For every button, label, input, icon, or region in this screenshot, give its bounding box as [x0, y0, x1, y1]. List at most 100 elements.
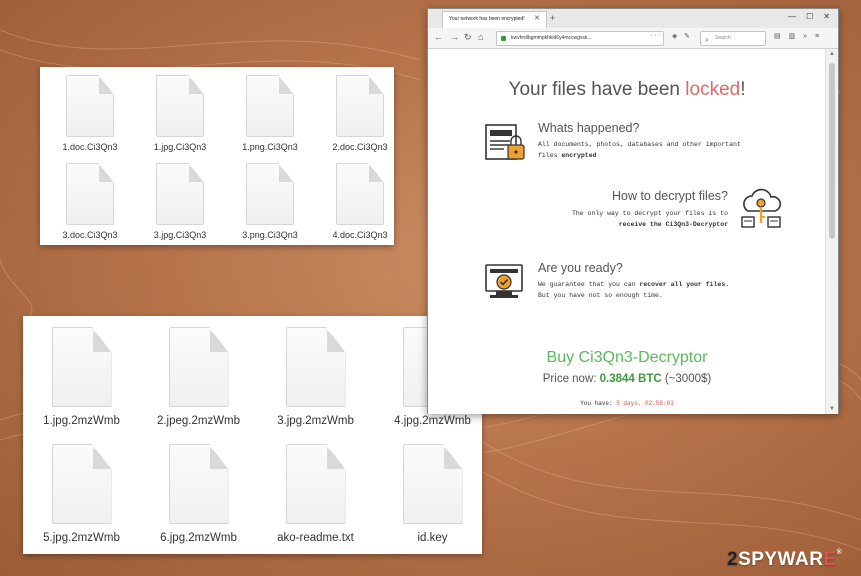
file-icon — [66, 163, 114, 225]
url-text: kwvhrdibgmmpkhkid6y4mccwgxsk... — [511, 35, 592, 41]
browser-tab[interactable]: Your network has been encrypted! — [442, 11, 547, 28]
file-item[interactable]: 3.jpg.2mzWmb — [257, 324, 374, 441]
locked-document-icon — [485, 124, 525, 160]
timer-value: 5 days. 02:58:03 — [616, 400, 674, 407]
browser-titlebar: Your network has been encrypted! ✕ + — ☐… — [428, 9, 838, 28]
new-tab-button[interactable]: + — [550, 13, 555, 23]
browser-window: Your network has been encrypted! ✕ + — ☐… — [427, 8, 839, 414]
explorer-window-2mzwmb: 1.jpg.2mzWmb 2.jpeg.2mzWmb 3.jpg.2mzWmb … — [23, 316, 482, 554]
file-icon — [168, 327, 229, 407]
file-item[interactable]: 6.jpg.2mzWmb — [140, 441, 257, 558]
browser-navbar: ← → ↻ ⌂ kwvhrdibgmmpkhkid6y4mccwgxsk... … — [428, 28, 838, 49]
file-name: 4.jpg.2mzWmb — [394, 415, 471, 427]
file-item[interactable]: id.key — [374, 441, 491, 558]
search-icon: ⌕ — [705, 37, 709, 44]
section-text-fragment: We guarantee that you can — [538, 281, 640, 288]
home-icon[interactable]: ⌂ — [478, 32, 483, 42]
lock-icon — [501, 36, 506, 41]
registered-mark: ® — [836, 549, 843, 556]
file-name: 3.doc.Ci3Qn3 — [62, 230, 118, 240]
section-are-you-ready-title: Are you ready? — [538, 261, 623, 275]
price-line: Price now: 0.3844 BTC (~3000$) — [428, 373, 826, 385]
file-name: 1.jpg.Ci3Qn3 — [153, 142, 207, 152]
file-item[interactable]: 2.jpeg.2mzWmb — [140, 324, 257, 441]
window-controls: — ☐ ✕ — [788, 12, 830, 21]
watermark-text: SPYWAR — [738, 549, 824, 570]
file-item[interactable]: 4.doc.Ci3Qn3 — [315, 160, 405, 248]
search-placeholder: Search — [715, 35, 731, 41]
file-name: 1.doc.Ci3Qn3 — [62, 142, 118, 152]
vertical-scrollbar[interactable]: ▲ ▼ — [825, 49, 838, 414]
close-icon[interactable]: ✕ — [534, 14, 540, 22]
file-item[interactable]: 1.jpg.Ci3Qn3 — [135, 72, 225, 160]
section-text-line: All documents, photos, databases and oth… — [538, 141, 741, 148]
scroll-down-icon[interactable]: ▼ — [829, 406, 835, 412]
monitor-checkmark-icon — [485, 264, 523, 298]
price-btc: 0.3844 BTC — [599, 373, 662, 385]
timer-label: You have: — [580, 400, 617, 407]
section-text-line: We guarantee that you can recover all yo… — [538, 279, 729, 290]
site-watermark-logo: 2SPYWARE® — [727, 549, 842, 571]
countdown-timer: You have: 5 days. 02:58:03 — [428, 400, 826, 407]
section-whats-happened-text: All documents, photos, databases and oth… — [538, 139, 741, 161]
reload-icon[interactable]: ↻ — [464, 32, 472, 43]
watermark-suffix: E — [823, 549, 837, 570]
file-icon — [246, 75, 294, 137]
close-window-icon[interactable]: ✕ — [823, 12, 830, 21]
minimize-icon[interactable]: — — [788, 12, 796, 21]
forward-icon[interactable]: → — [450, 32, 459, 42]
file-icon — [285, 444, 346, 524]
section-how-to-decrypt-title: How to decrypt files? — [611, 189, 728, 203]
file-icon — [285, 327, 346, 407]
file-icon — [336, 163, 384, 225]
page-title: Your files have been locked! — [428, 79, 826, 101]
scroll-thumb[interactable] — [829, 63, 835, 239]
headline-suffix: ! — [740, 79, 746, 100]
file-item[interactable]: 5.jpg.2mzWmb — [23, 441, 140, 558]
back-icon[interactable]: ← — [434, 32, 443, 42]
file-item[interactable]: ako-readme.txt — [257, 441, 374, 558]
file-name: 4.doc.Ci3Qn3 — [332, 230, 388, 240]
file-item[interactable]: 3.doc.Ci3Qn3 — [45, 160, 135, 248]
file-grid: 1.doc.Ci3Qn3 1.jpg.Ci3Qn3 1.png.Ci3Qn3 2… — [40, 67, 394, 248]
maximize-icon[interactable]: ☐ — [806, 12, 813, 21]
url-bar[interactable]: kwvhrdibgmmpkhkid6y4mccwgxsk... — [496, 31, 664, 46]
file-name: 2.jpeg.2mzWmb — [156, 415, 241, 427]
section-text-bold: recover all your files. — [639, 281, 730, 288]
file-icon — [168, 444, 229, 524]
toolbar-icons[interactable]: ▤ ▥ » ≡ — [774, 32, 822, 40]
explorer-window-ci3qn3: 1.doc.Ci3Qn3 1.jpg.Ci3Qn3 1.png.Ci3Qn3 2… — [40, 67, 394, 245]
file-name: 3.jpg.2mzWmb — [277, 415, 354, 427]
section-text-line: But you have not so enough time. — [538, 292, 663, 299]
price-label: Price now: — [542, 373, 600, 385]
section-text-line: The only way to decrypt your files is to — [571, 210, 728, 217]
buy-decryptor-link[interactable]: Buy Ci3Qn3-Decryptor — [428, 349, 826, 367]
file-item[interactable]: 3.jpg.Ci3Qn3 — [135, 160, 225, 248]
file-item[interactable]: 2.doc.Ci3Qn3 — [315, 72, 405, 160]
file-item[interactable]: 1.doc.Ci3Qn3 — [45, 72, 135, 160]
file-name: id.key — [417, 532, 448, 544]
file-icon — [51, 444, 112, 524]
section-text-bold: receive the Ci3Qn3-Decryptor — [618, 221, 728, 228]
section-text-line: receive the Ci3Qn3-Decryptor — [528, 219, 728, 230]
watermark-number: 2 — [727, 549, 739, 570]
file-name: 1.png.Ci3Qn3 — [242, 142, 298, 152]
headline-accent: locked — [685, 79, 741, 100]
file-name: 5.jpg.2mzWmb — [43, 532, 120, 544]
file-icon — [246, 163, 294, 225]
file-grid: 1.jpg.2mzWmb 2.jpeg.2mzWmb 3.jpg.2mzWmb … — [23, 316, 482, 558]
section-are-you-ready-text: We guarantee that you can recover all yo… — [538, 279, 729, 301]
extension-icon[interactable]: ✎ — [684, 32, 690, 40]
search-input[interactable]: ⌕ Search — [700, 31, 766, 46]
page-actions-icons[interactable]: ··· — [650, 32, 663, 39]
section-text-line: files encrypted — [538, 150, 741, 161]
file-name: 3.png.Ci3Qn3 — [242, 230, 298, 240]
file-item[interactable]: 1.png.Ci3Qn3 — [225, 72, 315, 160]
tab-title: Your network has been encrypted! — [449, 16, 525, 22]
file-item[interactable]: 1.jpg.2mzWmb — [23, 324, 140, 441]
section-text-bold: encrypted — [561, 152, 597, 159]
file-name: 1.jpg.2mzWmb — [43, 415, 120, 427]
file-item[interactable]: 3.png.Ci3Qn3 — [225, 160, 315, 248]
shield-icon[interactable]: ◈ — [672, 32, 677, 40]
scroll-up-icon[interactable]: ▲ — [829, 51, 835, 57]
